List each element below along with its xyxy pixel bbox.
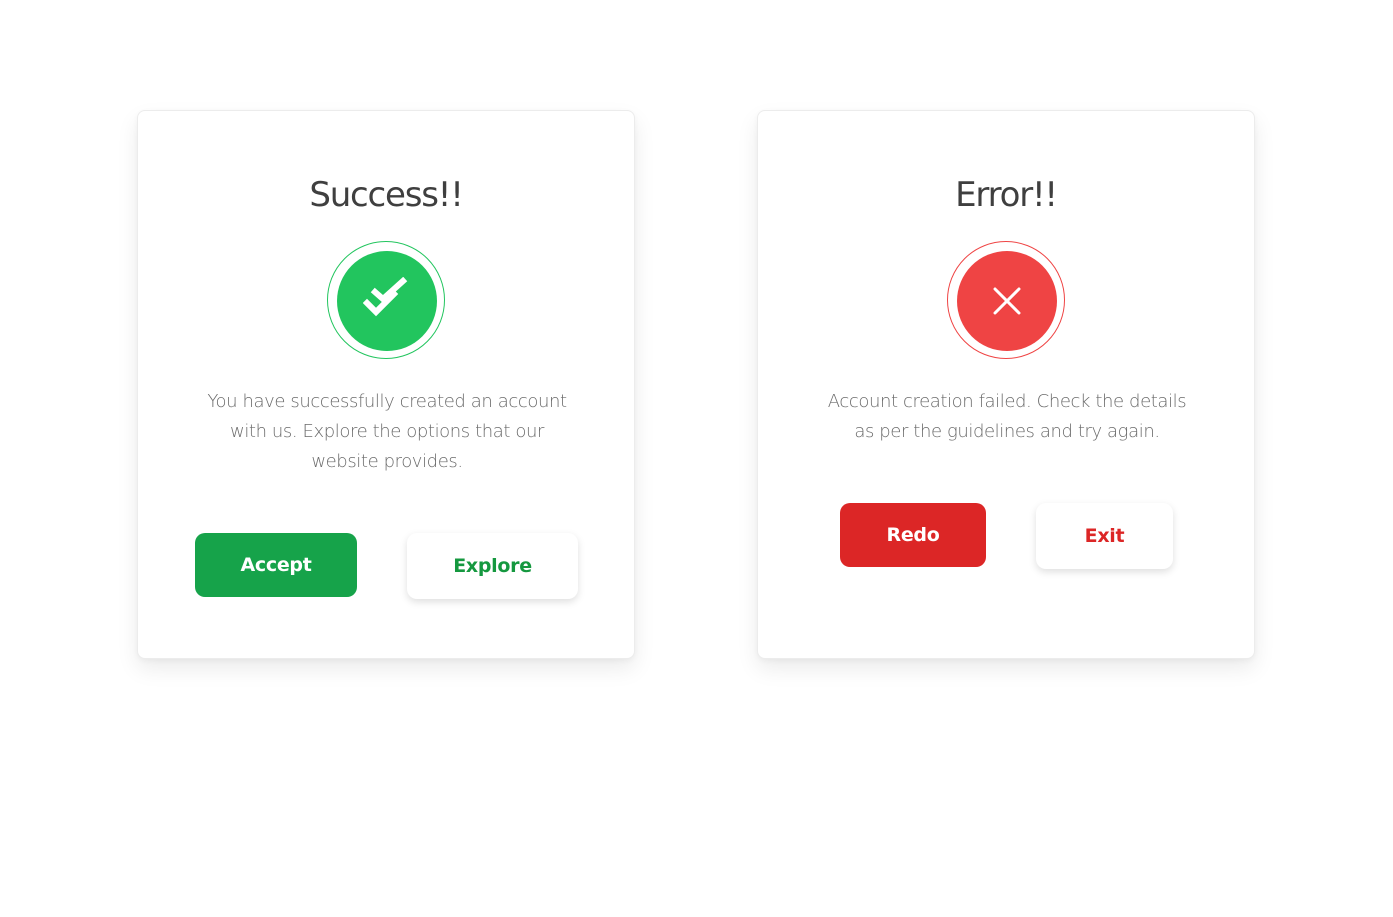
error-icon-ring <box>947 241 1065 359</box>
error-title: Error!! <box>955 175 1058 215</box>
success-card: Success!! You have successfully created … <box>137 110 635 659</box>
exit-button[interactable]: Exit <box>1036 503 1173 569</box>
success-title: Success!! <box>309 175 464 215</box>
error-card: Error!! Account creation failed. Check t… <box>757 110 1255 659</box>
success-message: You have successfully created an account… <box>207 391 567 472</box>
double-check-icon <box>337 251 437 351</box>
accept-button[interactable]: Accept <box>195 533 357 597</box>
error-message: Account creation failed. Check the detai… <box>827 391 1187 442</box>
success-icon-ring <box>327 241 445 359</box>
explore-button[interactable]: Explore <box>407 533 578 599</box>
close-icon <box>957 251 1057 351</box>
page: Success!! You have successfully created … <box>0 0 1393 917</box>
redo-button[interactable]: Redo <box>840 503 986 567</box>
